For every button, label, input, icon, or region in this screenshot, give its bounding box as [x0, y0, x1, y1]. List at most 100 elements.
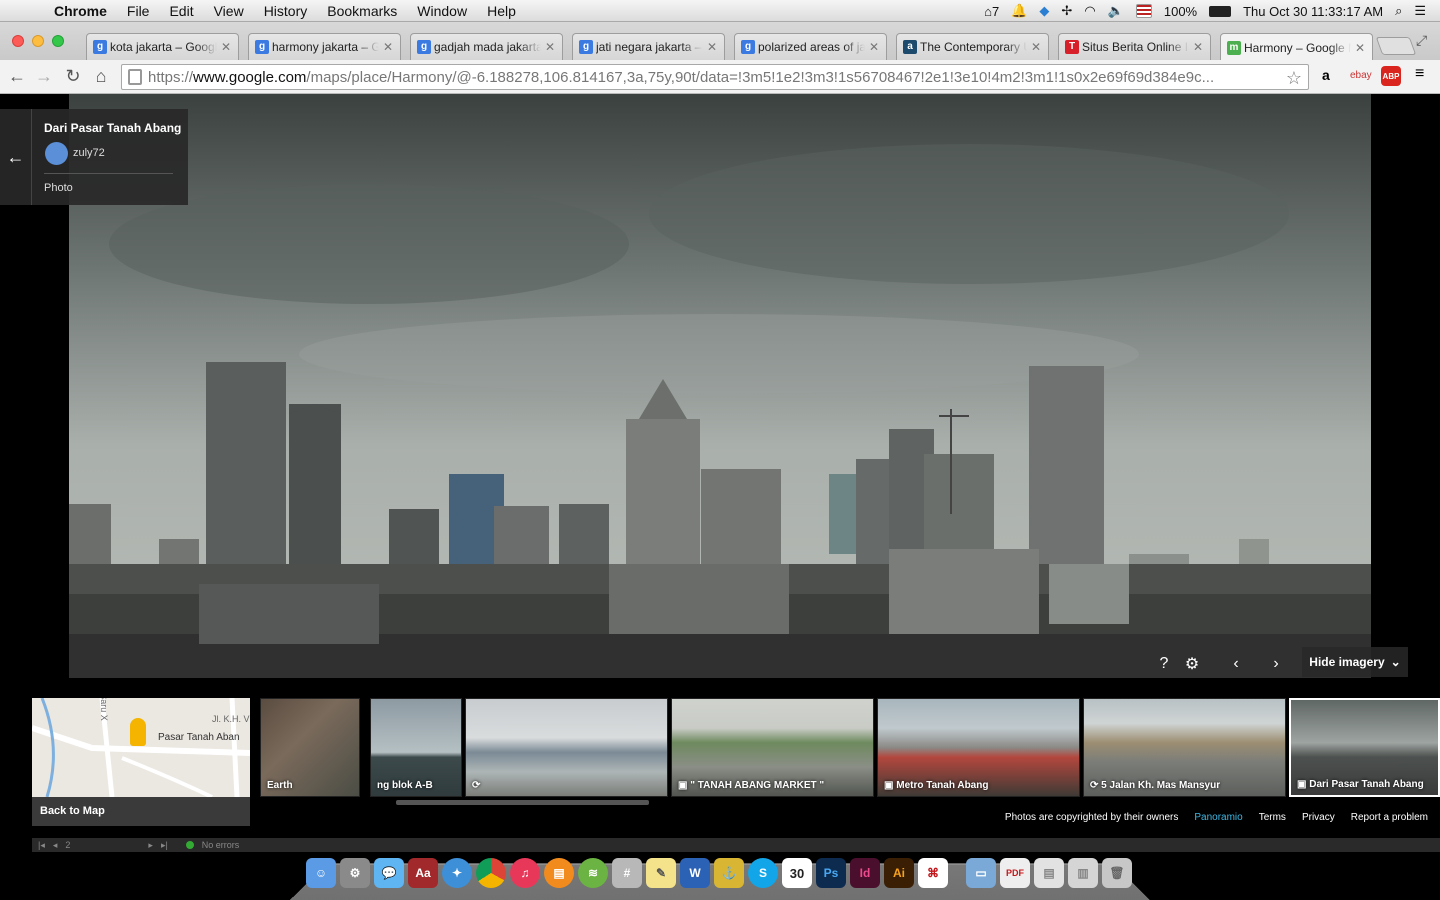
fetch-icon[interactable]: ⚓ — [714, 858, 744, 888]
menu-file[interactable]: File — [117, 3, 160, 19]
back-to-map-card[interactable]: Pasar Tanah Aban Jl. K.H. V Baru X Back … — [32, 698, 250, 826]
reload-icon[interactable]: ↻ — [62, 66, 84, 87]
next-photo-icon[interactable]: › — [1262, 655, 1290, 673]
pager-next-icon[interactable]: ▸ — [148, 840, 153, 851]
menu-window[interactable]: Window — [407, 3, 477, 19]
itunes-icon[interactable]: ♫ — [510, 858, 540, 888]
documents-stack-icon[interactable]: ▤ — [1034, 858, 1064, 888]
tab-polarized-areas[interactable]: g polarized areas of ja ✕ — [734, 33, 887, 60]
tab-contemporary[interactable]: a The Contemporary U ✕ — [896, 33, 1049, 60]
calculator-icon[interactable]: # — [612, 858, 642, 888]
volume-icon[interactable]: 🔈 — [1108, 3, 1124, 19]
spotlight-icon[interactable]: ⌕ — [1395, 3, 1402, 19]
forward-icon[interactable]: → — [33, 66, 55, 87]
terms-link[interactable]: Terms — [1259, 812, 1286, 823]
skyline-photo[interactable] — [69, 94, 1371, 678]
previous-photo-icon[interactable]: ‹ — [1222, 655, 1250, 673]
chrome-menu-icon[interactable]: ≡ — [1415, 65, 1424, 83]
address-bar[interactable]: https://www.google.com/maps/place/Harmon… — [121, 64, 1309, 90]
battery-icon[interactable] — [1209, 5, 1232, 17]
thumbnail-metro-tanah-abang[interactable]: ▣ Metro Tanah Abang — [877, 698, 1080, 797]
menu-app-chrome[interactable]: Chrome — [46, 3, 117, 19]
new-tab-button[interactable] — [1375, 37, 1417, 55]
minimize-window-button[interactable] — [32, 35, 44, 47]
thumbnail-tanah-abang-market[interactable]: ▣ " TANAH ABANG MARKET " — [671, 698, 874, 797]
lock-warning-icon[interactable] — [128, 69, 142, 85]
thumbnail-jalan-mas-mansyur[interactable]: ⟳ 5 Jalan Kh. Mas Mansyur — [1083, 698, 1286, 797]
menu-bookmarks[interactable]: Bookmarks — [317, 3, 407, 19]
tab-close-icon[interactable]: ✕ — [1030, 40, 1042, 54]
zoom-window-button[interactable] — [52, 35, 64, 47]
messages-icon[interactable]: 💬 — [374, 858, 404, 888]
dropbox-icon[interactable]: ◆ — [1039, 3, 1049, 19]
pager-first-icon[interactable]: |◂ — [38, 840, 45, 851]
dictionary-icon[interactable]: Aa — [408, 858, 438, 888]
bluetooth-icon[interactable]: ✢ — [1061, 3, 1072, 19]
trash-icon[interactable]: 🗑 — [1102, 858, 1132, 888]
report-problem-link[interactable]: Report a problem — [1351, 812, 1428, 823]
hide-imagery-button[interactable]: Hide imagery ⌄ — [1302, 647, 1408, 677]
tab-close-icon[interactable]: ✕ — [544, 40, 556, 54]
chrome-icon[interactable] — [476, 858, 506, 888]
tab-jati-negara[interactable]: g jati negara jakarta – ✕ — [572, 33, 725, 60]
bookmark-star-icon[interactable]: ☆ — [1286, 68, 1302, 89]
tab-close-icon[interactable]: ✕ — [1354, 41, 1366, 55]
tab-harmony-maps[interactable]: m Harmony – Google M ✕ — [1220, 33, 1373, 61]
calendar-icon[interactable]: 30 — [782, 858, 812, 888]
tab-close-icon[interactable]: ✕ — [1192, 40, 1204, 54]
illustrator-icon[interactable]: Ai — [884, 858, 914, 888]
word-icon[interactable]: W — [680, 858, 710, 888]
indesign-icon[interactable]: Id — [850, 858, 880, 888]
ebay-extension-icon[interactable]: ebay — [1350, 70, 1372, 81]
photo-title[interactable]: Dari Pasar Tanah Abang — [44, 121, 181, 135]
photoshop-icon[interactable]: Ps — [816, 858, 846, 888]
minimap[interactable]: Pasar Tanah Aban Jl. K.H. V Baru X — [32, 698, 250, 797]
amazon-extension-icon[interactable]: a — [1322, 67, 1330, 83]
help-icon[interactable]: ? — [1150, 655, 1178, 673]
adblock-plus-icon[interactable]: ABP — [1381, 66, 1401, 86]
flag-icon[interactable] — [1135, 4, 1152, 18]
user-name[interactable]: zuly72 — [73, 147, 105, 159]
tab-kota-jakarta[interactable]: g kota jakarta – Googl ✕ — [86, 33, 239, 60]
user-avatar[interactable] — [45, 142, 68, 165]
tab-situs-berita[interactable]: T Situs Berita Online In ✕ — [1058, 33, 1211, 60]
stickies-icon[interactable]: ✎ — [646, 858, 676, 888]
menu-help[interactable]: Help — [477, 3, 526, 19]
panoramio-link[interactable]: Panoramio — [1194, 812, 1242, 823]
finder-icon[interactable]: ☺ — [306, 858, 336, 888]
strip-scrollbar[interactable] — [396, 800, 649, 805]
thumbnail-earth[interactable]: Earth — [260, 698, 360, 797]
tab-close-icon[interactable]: ✕ — [868, 40, 880, 54]
downloads-stack-icon[interactable]: ▥ — [1068, 858, 1098, 888]
safari-icon[interactable]: ✦ — [442, 858, 472, 888]
pager-last-icon[interactable]: ▸| — [161, 840, 168, 851]
spotify-icon[interactable]: ≋ — [578, 858, 608, 888]
wifi-icon[interactable]: ◠ — [1084, 3, 1095, 19]
tab-gadjah-mada[interactable]: g gadjah mada jakarta ✕ — [410, 33, 563, 60]
thumbnail-dari-pasar-tanah-abang[interactable]: ▣ Dari Pasar Tanah Abang — [1289, 698, 1440, 797]
adobe-status-icon[interactable]: ⌂7 — [984, 4, 999, 19]
pdf-document-icon[interactable]: PDF — [1000, 858, 1030, 888]
settings-gear-icon[interactable]: ⚙ — [1178, 654, 1206, 674]
system-preferences-icon[interactable]: ⚙ — [340, 858, 370, 888]
notification-center-icon[interactable]: ☰ — [1414, 3, 1426, 19]
tab-close-icon[interactable]: ✕ — [706, 40, 718, 54]
acrobat-icon[interactable]: ⌘ — [918, 858, 948, 888]
menu-edit[interactable]: Edit — [159, 3, 203, 19]
bell-icon[interactable]: 🔔 — [1011, 3, 1027, 19]
tab-harmony-jakarta[interactable]: g harmony jakarta – G ✕ — [248, 33, 401, 60]
back-icon[interactable]: ← — [6, 66, 28, 87]
skype-icon[interactable]: S — [748, 858, 778, 888]
pegman-icon[interactable] — [130, 718, 146, 746]
home-icon[interactable]: ⌂ — [90, 66, 112, 87]
thumbnail-panorama[interactable]: ⟳ — [465, 698, 668, 797]
applications-folder-icon[interactable]: ▭ — [966, 858, 996, 888]
clock[interactable]: Thu Oct 30 11:33:17 AM — [1243, 4, 1383, 19]
tab-close-icon[interactable]: ✕ — [220, 40, 232, 54]
menu-history[interactable]: History — [254, 3, 318, 19]
close-window-button[interactable] — [12, 35, 24, 47]
back-arrow-button[interactable]: ← — [0, 109, 32, 205]
privacy-link[interactable]: Privacy — [1302, 812, 1335, 823]
menu-view[interactable]: View — [204, 3, 254, 19]
ibooks-icon[interactable]: ▤ — [544, 858, 574, 888]
